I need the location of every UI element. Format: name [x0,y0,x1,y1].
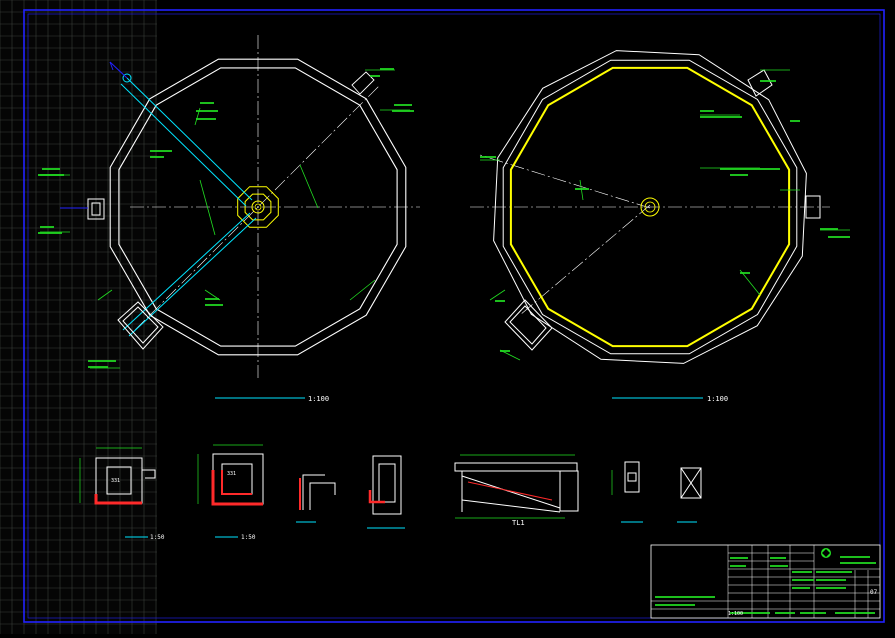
room-label-a: 331 [111,478,120,484]
annotation-mark [720,168,780,170]
annotation-mark [730,174,748,176]
annotation-mark [575,188,589,190]
plan-scale-labels: 1:100 1:100 [215,395,728,403]
annotation-mark [792,571,812,573]
right-tank-plan [470,50,850,364]
annotation-mark [42,168,60,170]
right-plan-scale: 1:100 [707,395,728,403]
section-detail-2: 331 1:50 [197,444,264,541]
annotation-mark [196,118,216,120]
annotation-mark [150,156,164,158]
annotation-mark [38,232,62,234]
annotation-mark [820,228,838,230]
annotation-mark [775,612,795,614]
annotation-mark [480,156,496,158]
annotation-mark [770,565,788,567]
annotation-mark [655,596,715,598]
section-detail-3 [296,474,336,523]
cad-drawing-canvas[interactable]: 1:100 1:100 331 1:50 331 1:50 TL1 07 1:1… [0,0,895,634]
room-label-b: 331 [227,471,236,477]
annotation-mark [828,236,850,238]
section-scale-a: 1:50 [150,534,165,541]
annotation-mark [205,298,219,300]
annotation-mark [500,350,510,352]
annotation-mark [835,612,875,614]
section-detail-4 [367,455,405,529]
title-block: 07 1:100 [650,544,881,619]
annotation-mark [730,565,746,567]
annotation-mark [88,366,108,368]
annotation-mark [150,150,172,152]
section-scale-b: 1:50 [241,534,256,541]
beam-tl1-detail: TL1 [454,454,579,527]
annotation-mark [495,300,505,302]
annotation-mark [730,557,748,559]
annotation-mark [200,102,214,104]
annotation-mark [392,110,414,112]
sheet-number: 07 [870,589,878,596]
annotation-mark [760,80,776,82]
annotation-mark [370,75,380,77]
annotation-mark [790,120,800,122]
annotation-mark [380,68,394,70]
annotation-mark [740,272,750,274]
annotation-mark [792,579,814,581]
annotation-mark [700,110,714,112]
annotation-mark [88,360,116,362]
annotation-mark [816,571,852,573]
designer-logo [821,548,831,558]
annotation-mark [205,304,223,306]
annotation-mark [655,604,695,606]
annotation-mark [816,587,846,589]
drawing-svg: 1:100 1:100 331 1:50 331 1:50 TL1 07 1:1… [0,0,885,634]
annotation-mark [840,556,870,558]
annotation-mark [816,579,846,581]
annotation-mark [792,587,810,589]
left-plan-scale: 1:100 [308,395,329,403]
beam-label: TL1 [512,519,525,527]
annotation-mark [196,110,218,112]
annotation-mark [700,116,742,118]
column-detail-1 [611,461,643,523]
annotation-mark [770,557,786,559]
annotation-mark [40,226,54,228]
scale-value: 1:100 [728,611,743,617]
annotation-mark [38,174,64,176]
annotation-mark [840,562,876,564]
annotation-mark [800,612,826,614]
column-detail-2 [677,467,702,523]
annotation-mark [394,104,412,106]
